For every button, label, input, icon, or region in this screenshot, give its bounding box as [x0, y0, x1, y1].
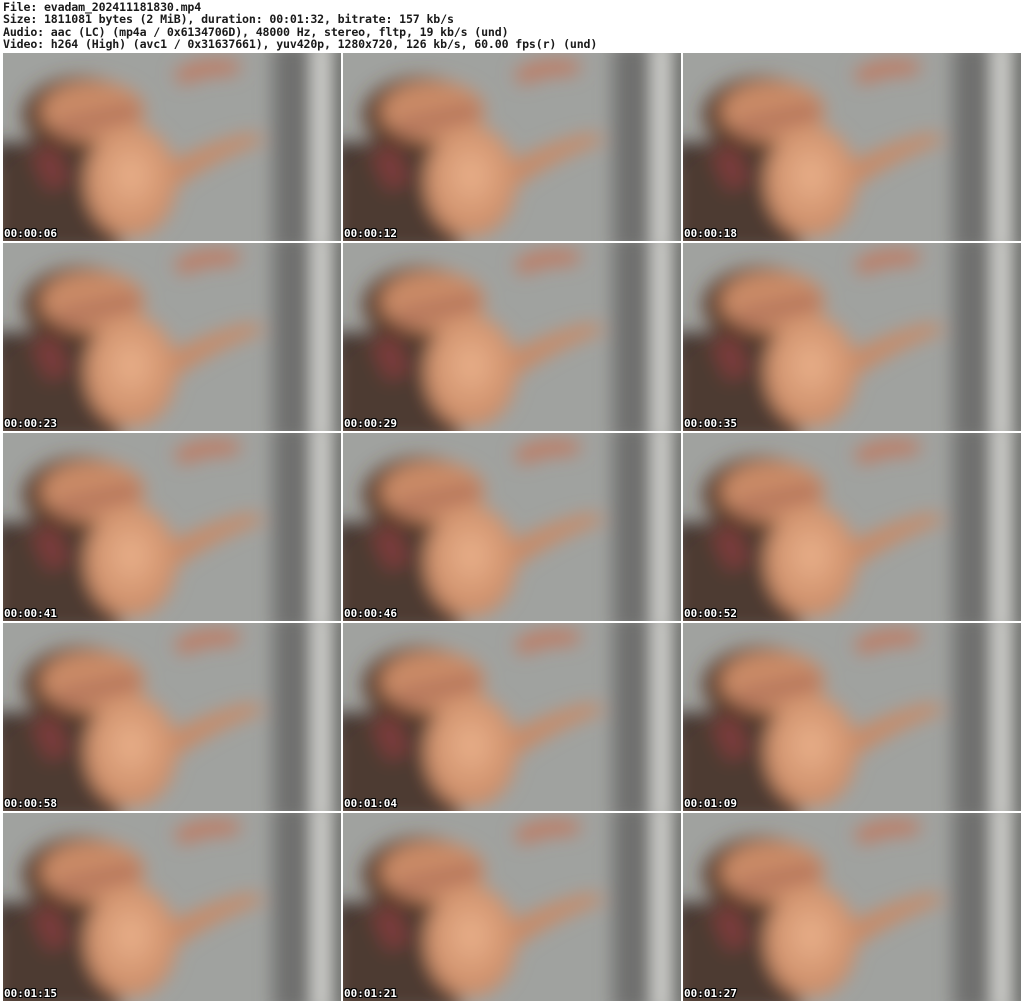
frame-timestamp: 00:00:29 — [344, 417, 397, 430]
video-frame-thumbnail: 00:00:52 — [683, 433, 1021, 621]
frame-timestamp: 00:00:35 — [684, 417, 737, 430]
blurred-frame-image — [683, 243, 1021, 431]
blurred-frame-image — [343, 53, 681, 241]
blurred-frame-image — [3, 433, 341, 621]
video-frame-thumbnail: 00:01:21 — [343, 813, 681, 1001]
blurred-frame-image — [683, 433, 1021, 621]
frame-timestamp: 00:00:06 — [4, 227, 57, 240]
blurred-frame-image — [343, 433, 681, 621]
frame-timestamp: 00:00:41 — [4, 607, 57, 620]
thumbnail-grid: 00:00:06 00:00:12 00:00:18 00:00:23 00:00:29… — [3, 53, 1021, 1003]
video-frame-thumbnail: 00:00:18 — [683, 53, 1021, 241]
blurred-frame-image — [3, 813, 341, 1001]
video-frame-thumbnail: 00:00:58 — [3, 623, 341, 811]
video-frame-thumbnail: 00:01:09 — [683, 623, 1021, 811]
video-frame-thumbnail: 00:01:27 — [683, 813, 1021, 1001]
video-frame-thumbnail: 00:00:29 — [343, 243, 681, 431]
video-frame-thumbnail: 00:01:15 — [3, 813, 341, 1001]
video-info-line: Video: h264 (High) (avc1 / 0x31637661), … — [3, 37, 598, 51]
frame-timestamp: 00:01:27 — [684, 987, 737, 1000]
video-frame-thumbnail: 00:00:12 — [343, 53, 681, 241]
video-frame-thumbnail: 00:00:23 — [3, 243, 341, 431]
blurred-frame-image — [3, 623, 341, 811]
blurred-frame-image — [683, 53, 1021, 241]
blurred-frame-image — [3, 53, 341, 241]
frame-timestamp: 00:00:52 — [684, 607, 737, 620]
frame-timestamp: 00:01:15 — [4, 987, 57, 1000]
blurred-frame-image — [343, 243, 681, 431]
frame-timestamp: 00:00:12 — [344, 227, 397, 240]
frame-timestamp: 00:00:23 — [4, 417, 57, 430]
video-frame-thumbnail: 00:01:04 — [343, 623, 681, 811]
blurred-frame-image — [683, 813, 1021, 1001]
video-frame-thumbnail: 00:00:35 — [683, 243, 1021, 431]
file-size-line: Size: 1811081 bytes (2 MiB), duration: 0… — [3, 12, 454, 27]
video-frame-thumbnail: 00:00:41 — [3, 433, 341, 621]
blurred-frame-image — [3, 243, 341, 431]
video-info-header: File: evadam_202411181830.mp4 Size: 1811… — [3, 1, 1021, 51]
frame-timestamp: 00:01:09 — [684, 797, 737, 810]
frame-timestamp: 00:00:58 — [4, 797, 57, 810]
frame-timestamp: 00:01:21 — [344, 987, 397, 1000]
frame-timestamp: 00:00:18 — [684, 227, 737, 240]
frame-timestamp: 00:01:04 — [344, 797, 397, 810]
blurred-frame-image — [683, 623, 1021, 811]
video-frame-thumbnail: 00:00:06 — [3, 53, 341, 241]
frame-timestamp: 00:00:46 — [344, 607, 397, 620]
video-frame-thumbnail: 00:00:46 — [343, 433, 681, 621]
blurred-frame-image — [343, 623, 681, 811]
blurred-frame-image — [343, 813, 681, 1001]
